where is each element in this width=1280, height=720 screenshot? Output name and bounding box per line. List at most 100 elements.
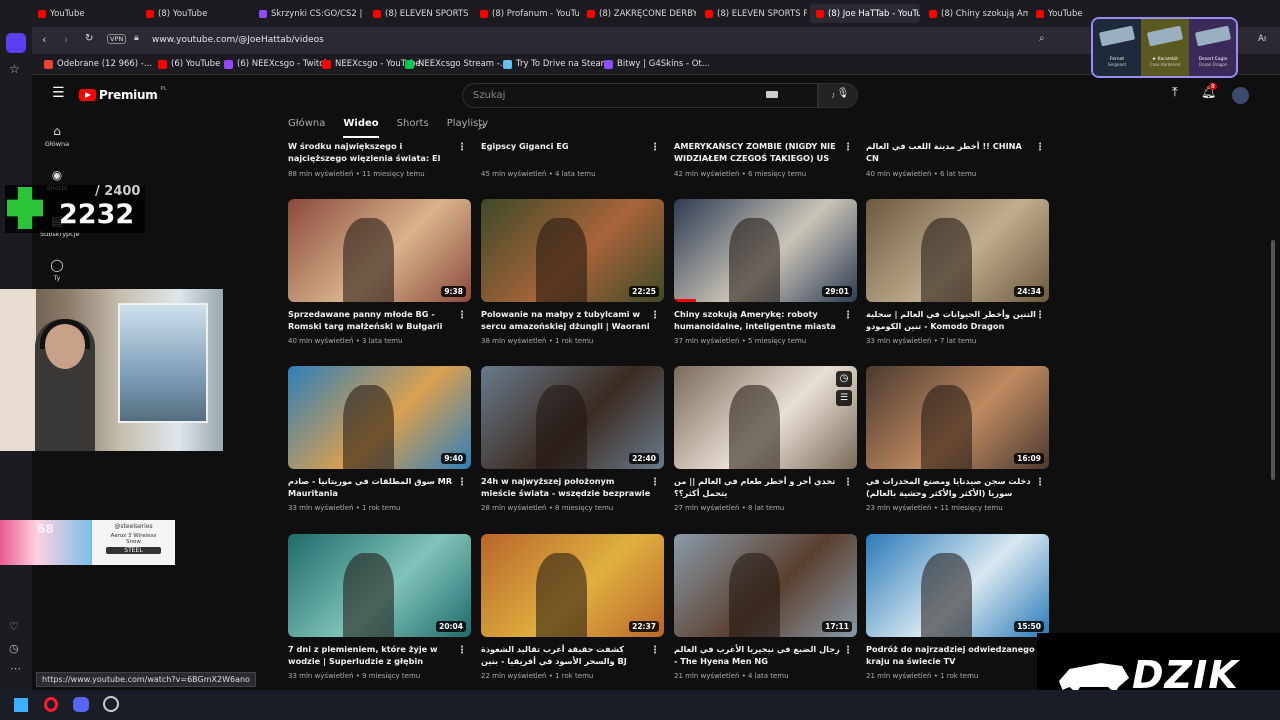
browser-tab[interactable]: (8) ELEVEN SPORTS PL - — [699, 4, 807, 23]
video-title[interactable]: التنين وأخطر الحيوانات في العالم | سحلية… — [866, 309, 1036, 332]
avatar[interactable] — [1232, 87, 1249, 104]
workspace-icon[interactable] — [6, 33, 26, 53]
more-options-icon[interactable]: ⋮ — [843, 311, 853, 321]
windows-start-icon[interactable] — [14, 698, 28, 712]
video-thumbnail[interactable]: 22:40 — [481, 366, 664, 469]
video-card[interactable]: 9:38 Sprzedawane panny młode BG - Romski … — [288, 199, 471, 349]
bookmark-item[interactable]: Odebrane (12 966) -... — [44, 59, 152, 69]
more-options-icon[interactable]: ⋮ — [1035, 311, 1045, 321]
more-options-icon[interactable]: ⋮ — [457, 646, 467, 656]
channel-tab-2[interactable]: Shorts — [397, 118, 429, 138]
upload-icon[interactable]: ⤒ — [1172, 85, 1178, 100]
video-thumbnail[interactable]: 9:40 — [288, 366, 471, 469]
video-title[interactable]: 7 dni z plemieniem, które żyje w wodzie … — [288, 644, 458, 667]
video-card[interactable]: 17:11 رجال الضبع في نيجيريا الأغرب في الع… — [674, 534, 857, 684]
watch-later-icon[interactable]: ◷ — [836, 371, 852, 387]
video-thumbnail[interactable]: 15:50 — [866, 534, 1049, 637]
more-options-icon[interactable]: ⋮ — [843, 646, 853, 656]
video-thumbnail[interactable]: 20:04 — [288, 534, 471, 637]
page-scrollbar[interactable] — [1271, 240, 1275, 480]
video-thumbnail[interactable]: 24:34 — [866, 199, 1049, 302]
video-title[interactable]: رجال الضبع في نيجيريا الأغرب في العالم -… — [674, 644, 844, 667]
more-options-icon[interactable]: ⋮ — [457, 478, 467, 488]
more-options-icon[interactable]: ⋮ — [843, 478, 853, 488]
more-options-icon[interactable]: ⋮ — [457, 311, 467, 321]
video-title[interactable]: Egipscy Giganci EG — [481, 141, 651, 153]
video-title[interactable]: سوق المطلقات في موريتانيا - صادم MR Maur… — [288, 476, 458, 499]
nav-item-główna[interactable]: ⌂ Główna — [40, 124, 74, 148]
nav-item-ty[interactable]: ◯ Ty — [40, 258, 74, 282]
video-thumbnail[interactable]: ◷ ☰ — [674, 366, 857, 469]
video-card[interactable]: 24:34 التنين وأخطر الحيوانات في العالم | … — [866, 199, 1049, 349]
more-icon[interactable]: ⋯ — [10, 662, 21, 675]
video-card[interactable]: 22:37 كشفت حقيقة أغرب تقاليد الشعوذة والس… — [481, 534, 664, 684]
video-thumbnail[interactable]: 16:09 — [866, 366, 1049, 469]
forward-icon[interactable]: › — [64, 33, 68, 46]
bookmark-item[interactable]: Bitwy | G4Skins - Ot... — [604, 59, 710, 69]
more-options-icon[interactable]: ⋮ — [1035, 478, 1045, 488]
video-card[interactable]: Egipscy Giganci EG 45 mln wyświetleń • 4 … — [481, 141, 664, 186]
more-options-icon[interactable]: ⋮ — [650, 311, 660, 321]
more-options-icon[interactable]: ⋮ — [457, 143, 467, 153]
more-options-icon[interactable]: ⋮ — [1035, 143, 1045, 153]
heart-icon[interactable]: ♡ — [9, 620, 19, 633]
video-card[interactable]: أخطر مدينة اللعب في العالم !! CHINA CN 40… — [866, 141, 1049, 186]
steelseries-taskbar-icon[interactable] — [103, 696, 119, 712]
browser-tab[interactable]: (8) Chiny szokują Ameryk — [923, 4, 1028, 23]
video-title[interactable]: دخلت سجن صيدنايا ومصنع المخدرات في سوريا… — [866, 476, 1036, 499]
video-card[interactable]: 29:01 Chiny szokują Amerykę: roboty human… — [674, 199, 857, 349]
reload-icon[interactable]: ↻ — [85, 33, 93, 44]
more-options-icon[interactable]: ⋮ — [650, 478, 660, 488]
more-options-icon[interactable]: ⋮ — [650, 646, 660, 656]
video-title[interactable]: Chiny szokują Amerykę: roboty humanoidal… — [674, 309, 844, 333]
star-icon[interactable]: ☆ — [9, 62, 20, 76]
bookmark-item[interactable]: (6) NEEXcsgo - Twitch — [224, 59, 329, 69]
video-card[interactable]: 9:40 سوق المطلقات في موريتانيا - صادم MR … — [288, 366, 471, 516]
video-title[interactable]: كشفت حقيقة أغرب تقاليد الشعوذة والسحر ال… — [481, 644, 651, 667]
video-card[interactable]: 22:40 24h w najwyższej położonym mieście … — [481, 366, 664, 516]
video-card[interactable]: 20:04 7 dni z plemieniem, które żyje w wo… — [288, 534, 471, 684]
url-search-icon[interactable]: ⌕ — [1039, 33, 1045, 44]
vpn-badge[interactable]: VPN — [107, 34, 127, 44]
video-card[interactable]: 15:50 Podróż do najrzadziej odwiedzanego … — [866, 534, 1049, 684]
video-thumbnail[interactable]: 22:25 — [481, 199, 664, 302]
browser-tab[interactable]: YouTube — [32, 4, 132, 23]
browser-tab[interactable]: (8) Joe HaTTab - YouTube — [810, 4, 920, 23]
history-icon[interactable]: ◷ — [9, 642, 19, 655]
video-title[interactable]: Polowanie na małpy z tubylcami w sercu a… — [481, 309, 651, 332]
channel-search-icon[interactable]: ⌕ — [478, 119, 485, 134]
opera-taskbar-icon[interactable] — [44, 697, 58, 712]
video-card[interactable]: AMERYKAŃSCY ZOMBIE (NIGDY NIE WIDZIAŁEM … — [674, 141, 857, 186]
bookmark-item[interactable]: (6) YouTube — [158, 59, 220, 69]
browser-tab[interactable]: (8) YouTube — [140, 4, 245, 23]
keyboard-icon[interactable] — [766, 91, 778, 98]
video-card[interactable]: 16:09 دخلت سجن صيدنايا ومصنع المخدرات في … — [866, 366, 1049, 516]
video-card[interactable]: 22:25 Polowanie na małpy z tubylcami w se… — [481, 199, 664, 349]
browser-tab[interactable]: (8) ZAKRĘCONE DERBY — [581, 4, 696, 23]
url-field[interactable]: www.youtube.com/@JoeHattab/videos — [152, 35, 324, 45]
video-thumbnail[interactable]: 17:11 — [674, 534, 857, 637]
video-title[interactable]: AMERYKAŃSCY ZOMBIE (NIGDY NIE WIDZIAŁEM … — [674, 141, 844, 164]
more-options-icon[interactable]: ⋮ — [650, 143, 660, 153]
more-options-icon[interactable]: ⋮ — [843, 143, 853, 153]
video-title[interactable]: 24h w najwyższej położonym mieście świat… — [481, 476, 651, 500]
channel-tab-1[interactable]: Wideo — [343, 118, 379, 138]
browser-tab[interactable]: Skrzynki CS:GO/CS2 | G4 — [253, 4, 363, 23]
bookmark-item[interactable]: NEEXcsgo Stream -... — [405, 59, 508, 69]
ai-button[interactable]: Aı — [1258, 34, 1266, 44]
video-thumbnail[interactable]: 9:38 — [288, 199, 471, 302]
video-title[interactable]: Podróż do najrzadziej odwiedzanego kraju… — [866, 644, 1036, 667]
video-thumbnail[interactable]: 29:01 — [674, 199, 857, 302]
channel-tab-0[interactable]: Główna — [288, 118, 325, 138]
youtube-logo[interactable]: Premium PL — [79, 86, 167, 102]
browser-tab[interactable]: (8) ELEVEN SPORTS PL - — [367, 4, 471, 23]
video-title[interactable]: أخطر مدينة اللعب في العالم !! CHINA CN — [866, 141, 1036, 164]
video-card[interactable]: W środku największego i najcięższego wię… — [288, 141, 471, 186]
video-title[interactable]: تحدي أحر و أخطر طعام في العالم || من يتح… — [674, 476, 844, 499]
search-input[interactable]: Szukaj — [462, 83, 818, 108]
video-title[interactable]: W środku największego i najcięższego wię… — [288, 141, 458, 165]
voice-search-icon[interactable]: 🎙︎ — [834, 85, 852, 103]
bookmark-item[interactable]: Try To Drive na Steam — [503, 59, 609, 69]
add-to-queue-icon[interactable]: ☰ — [836, 390, 852, 406]
video-title[interactable]: Sprzedawane panny młode BG - Romski targ… — [288, 309, 458, 332]
